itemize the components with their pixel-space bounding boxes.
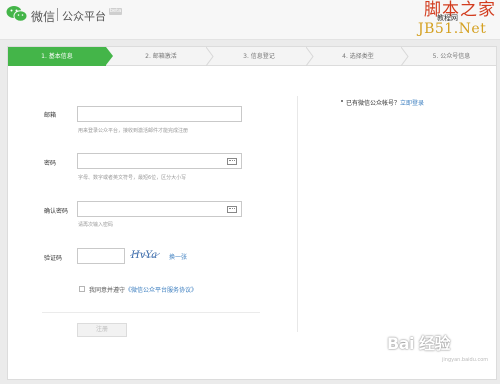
vertical-divider (297, 96, 298, 332)
agreement-text: 我同意并遵守《微信公众平台服务协议》 (89, 287, 198, 294)
baidu-watermark-url: jingyan.baidu.com (442, 357, 489, 363)
register-button[interactable]: 注册 (77, 323, 127, 337)
password-hint: 字母、数字或者英文符号，最短6位，区分大小写 (78, 175, 187, 181)
progress-steps: 1. 基本信息 2. 邮箱激活 3. 信息登记 4. 选择类型 5. 公众号信息 (8, 47, 496, 66)
svg-text:HvYa: HvYa (130, 250, 157, 261)
login-now-link[interactable]: 立即登录 (400, 100, 424, 107)
wechat-logo-icon (6, 6, 28, 22)
confirm-password-field[interactable] (77, 201, 242, 217)
refresh-captcha-link[interactable]: 换一张 (169, 252, 187, 261)
service-agreement-link[interactable]: 《微信公众平台服务协议》 (125, 287, 197, 294)
step-email-activation: 2. 邮箱激活 (145, 53, 177, 60)
platform-title: 公众平台 (62, 10, 106, 23)
step-basic-info: 1. 基本信息 (8, 47, 106, 66)
step-select-type: 4. 选择类型 (342, 53, 374, 60)
email-label: 邮箱 (44, 112, 57, 119)
beta-badge: beta (109, 8, 122, 15)
logo-text: 微信 (31, 10, 56, 24)
password-field[interactable] (77, 153, 242, 169)
confirm-password-label: 确认密码 (44, 208, 69, 215)
captcha-label: 验证码 (44, 255, 63, 262)
confirm-password-hint: 请再次输入密码 (78, 222, 114, 228)
keyboard-icon[interactable] (227, 158, 237, 165)
password-label: 密码 (44, 160, 57, 167)
email-hint: 用来登录公众平台，接收到激活邮件才能完成注册 (78, 128, 189, 134)
agree-checkbox[interactable] (79, 286, 85, 292)
keyboard-icon[interactable] (227, 206, 237, 213)
captcha-field[interactable] (77, 248, 125, 264)
step-arrow-active (106, 47, 113, 65)
form-divider (42, 312, 260, 313)
email-field[interactable] (77, 106, 242, 122)
step-account-info: 5. 公众号信息 (432, 53, 471, 60)
watermark-url: JB51.Net (418, 21, 487, 37)
captcha-image[interactable]: HvYa (130, 247, 160, 261)
step-info-registration: 3. 信息登记 (243, 53, 275, 60)
baidu-watermark: Bai 经验 (387, 334, 451, 353)
existing-account-prompt: 已有微信公众帐号？立即登录 (346, 100, 425, 107)
bullet-dot (341, 100, 343, 102)
watermark-site-name: 脚本之家 (424, 0, 496, 20)
logo-separator (57, 8, 58, 21)
top-header: 微信 公众平台 beta 脚本之家 教程网 JB51.Net (0, 0, 500, 40)
